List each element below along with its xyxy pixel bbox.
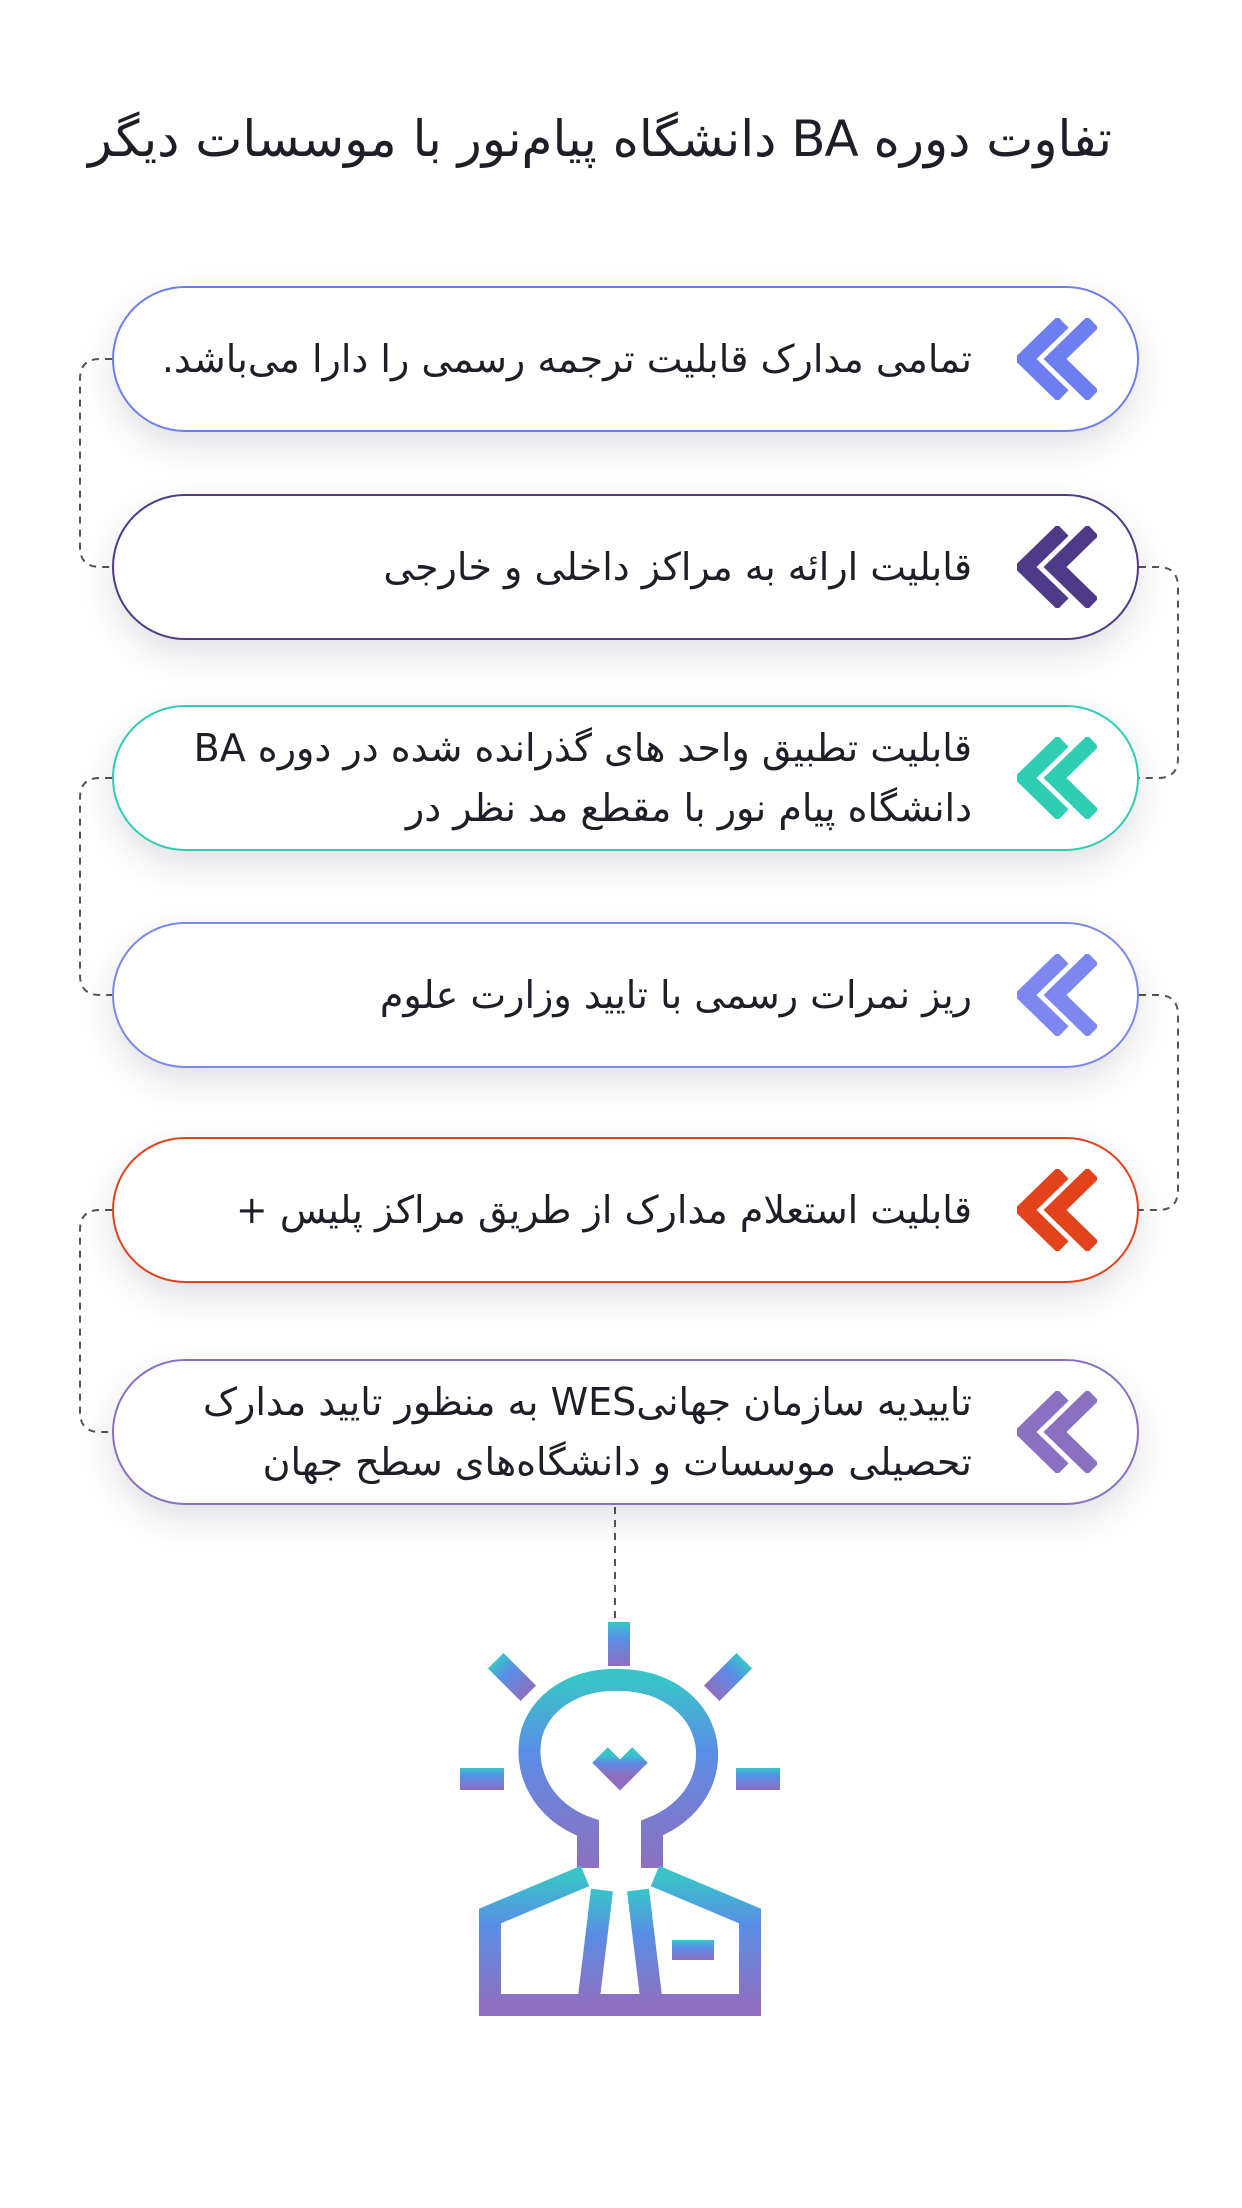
feature-text: ریز نمرات رسمی با تایید وزارت علوم (379, 973, 972, 1017)
feature-text: قابلیت تطبیق واحد های گذرانده شده در دور… (193, 726, 972, 830)
double-chevron-left-icon (1017, 1169, 1097, 1251)
double-chevron-left-icon (1017, 954, 1097, 1036)
connector-line (79, 777, 112, 996)
feature-text: قابلیت ارائه به مراکز داخلی و خارجی (383, 545, 972, 589)
double-chevron-left-icon (1017, 1391, 1097, 1473)
double-chevron-left-icon (1017, 737, 1097, 819)
feature-item-6: تاییدیه سازمان جهانیWES به منظور تایید م… (112, 1359, 1139, 1505)
feature-text: قابلیت استعلام مدارک از طریق مراکز پلیس … (235, 1188, 972, 1232)
feature-item-2: قابلیت ارائه به مراکز داخلی و خارجی (112, 494, 1139, 640)
connector-line (79, 1209, 112, 1433)
double-chevron-left-icon (1017, 526, 1097, 608)
connector-line (79, 358, 112, 568)
double-chevron-left-icon (1017, 318, 1097, 400)
feature-text: تاییدیه سازمان جهانیWES به منظور تایید م… (202, 1380, 972, 1484)
feature-text: تمامی مدارک قابلیت ترجمه رسمی را دارا می… (161, 337, 972, 381)
lightbulb-person-icon (460, 1622, 780, 2016)
connector-line (1139, 994, 1179, 1211)
feature-item-5: قابلیت استعلام مدارک از طریق مراکز پلیس … (112, 1137, 1139, 1283)
feature-item-3: قابلیت تطبیق واحد های گذرانده شده در دور… (112, 705, 1139, 851)
connector-line (1139, 566, 1179, 779)
feature-item-1: تمامی مدارک قابلیت ترجمه رسمی را دارا می… (112, 286, 1139, 432)
feature-item-4: ریز نمرات رسمی با تایید وزارت علوم (112, 922, 1139, 1068)
